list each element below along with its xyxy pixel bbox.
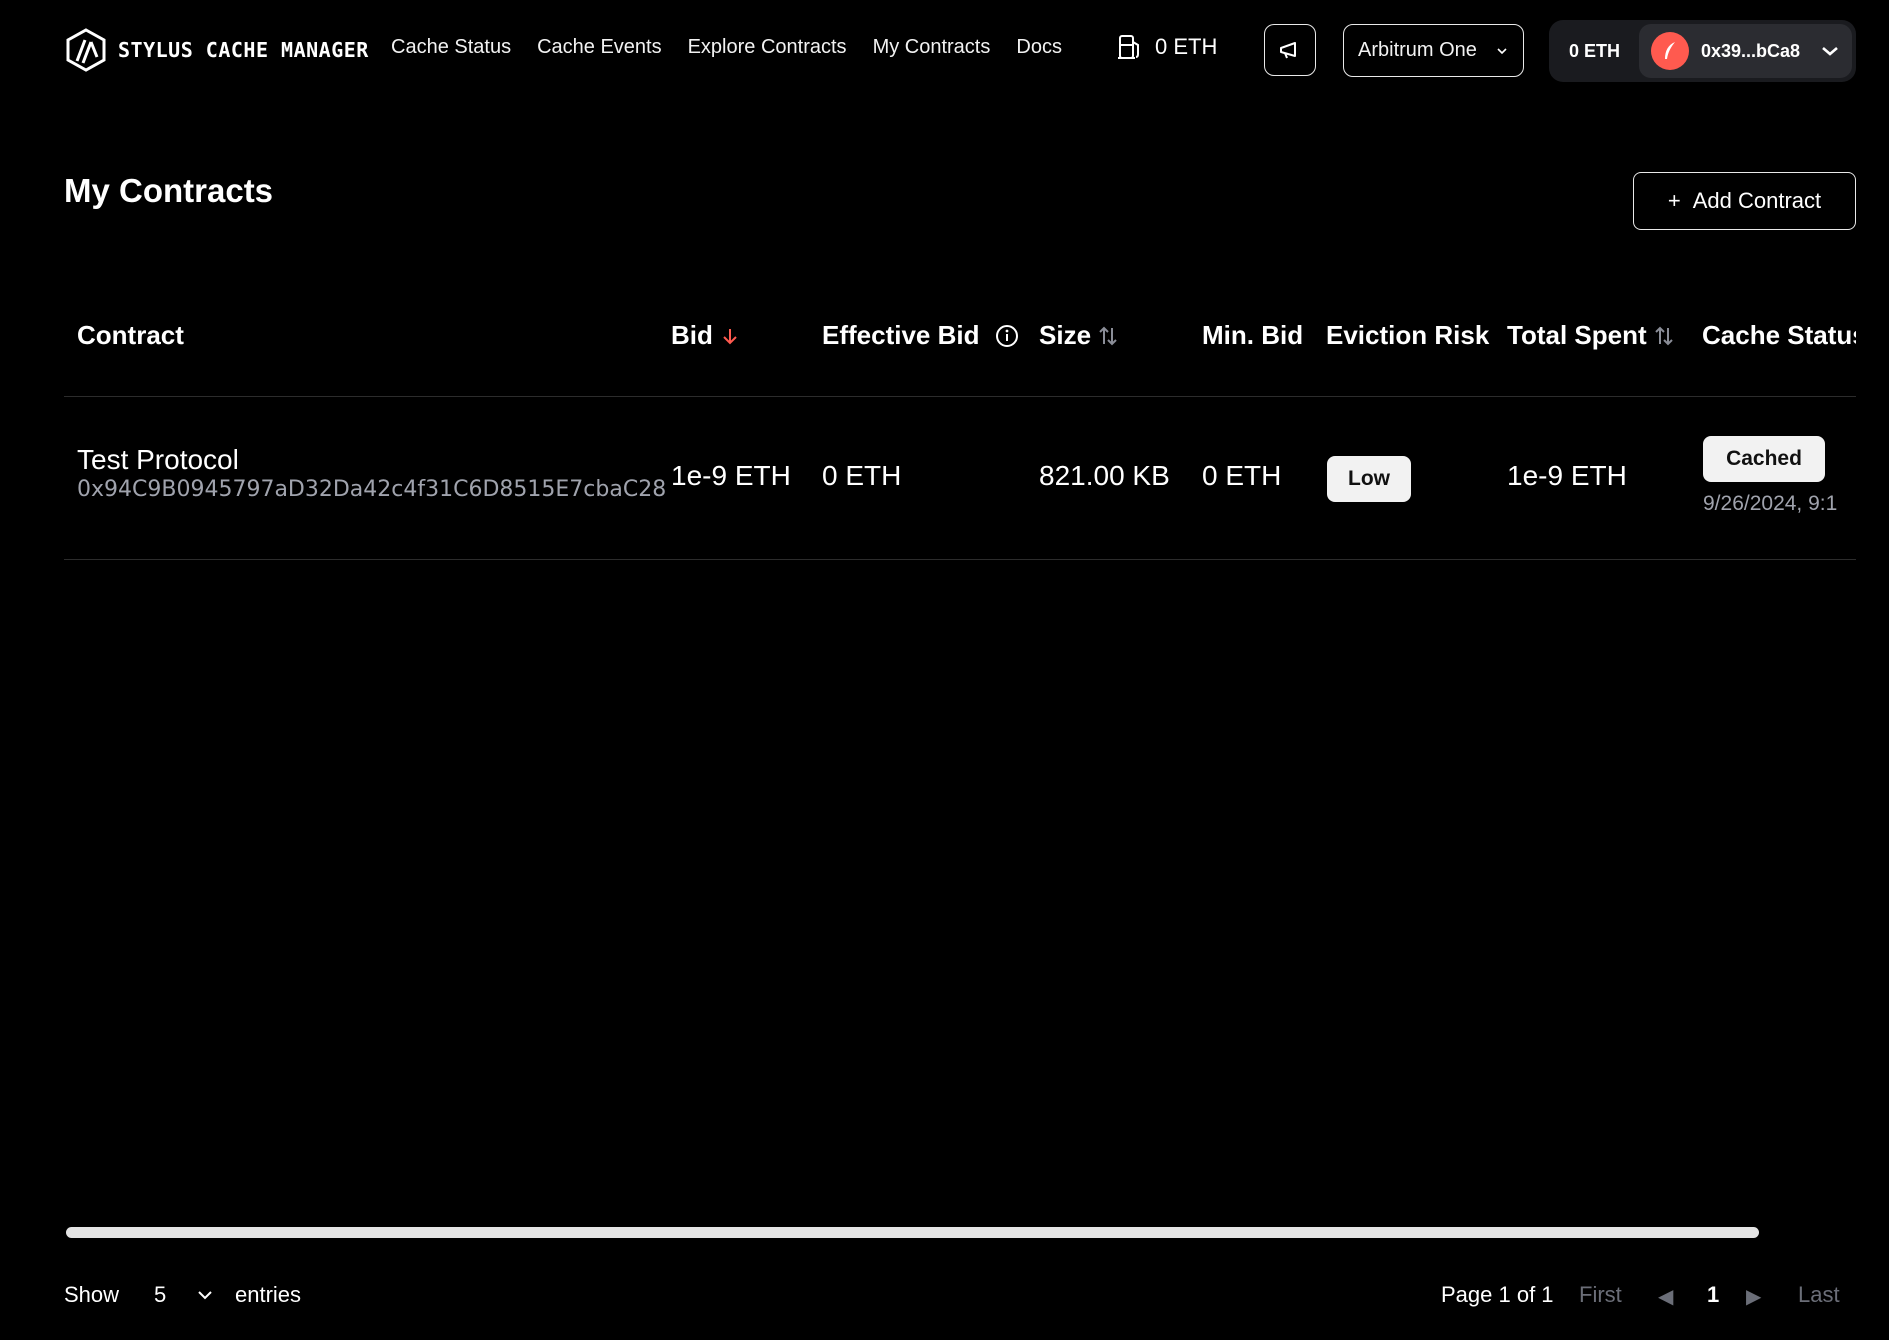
column-header-bid[interactable]: Bid xyxy=(671,320,741,351)
show-label: Show xyxy=(64,1282,120,1307)
contracts-table: Contract Bid Effective Bid Size Min. Bid… xyxy=(64,290,1856,560)
info-icon[interactable] xyxy=(994,323,1020,349)
add-contract-button[interactable]: + Add Contract xyxy=(1633,172,1856,230)
column-header-size[interactable]: Size xyxy=(1039,320,1119,351)
nav-link-my-contracts[interactable]: My Contracts xyxy=(873,36,991,59)
entries-label: entries xyxy=(235,1282,302,1307)
sort-arrow-down-icon xyxy=(723,328,737,344)
page-size-select[interactable]: 5 xyxy=(150,1275,220,1315)
network-selected-label: Arbitrum One xyxy=(1358,39,1477,61)
column-header-label: Contract xyxy=(77,320,184,350)
column-header-label: Cache Status xyxy=(1702,320,1856,350)
main-nav: Cache Status Cache Events Explore Contra… xyxy=(391,36,1062,59)
sort-arrows-icon xyxy=(1099,326,1117,345)
column-header-cache-status[interactable]: Cache Status xyxy=(1702,320,1856,351)
wallet-widget: 0 ETH 0x39...bCa8 xyxy=(1549,20,1856,82)
header-divider xyxy=(64,396,1856,397)
row-divider xyxy=(64,559,1856,560)
column-header-label: Min. Bid xyxy=(1202,320,1304,350)
gas-value: 0 ETH xyxy=(1155,34,1218,59)
size-cell: 821.00 KB xyxy=(1039,460,1170,491)
feather-icon xyxy=(1665,42,1675,59)
page-size-value: 5 xyxy=(154,1282,167,1307)
eviction-risk-badge: Low xyxy=(1327,456,1411,502)
app-root: STYLUS CACHE MANAGER Cache Status Cache … xyxy=(0,0,1889,1340)
arbitrum-logo-icon xyxy=(66,28,106,72)
app-name: STYLUS CACHE MANAGER xyxy=(118,38,369,62)
nav-link-cache-events[interactable]: Cache Events xyxy=(537,36,662,59)
chevron-down-icon xyxy=(198,1291,212,1300)
chevron-down-icon xyxy=(1822,47,1838,56)
column-header-contract[interactable]: Contract xyxy=(77,320,184,351)
first-page-button[interactable]: First xyxy=(1579,1282,1622,1308)
nav-link-docs[interactable]: Docs xyxy=(1016,36,1062,59)
column-header-min-bid[interactable]: Min. Bid xyxy=(1202,320,1303,351)
cache-status-badge: Cached xyxy=(1703,436,1825,482)
column-header-label: Size xyxy=(1039,320,1092,350)
nav-link-cache-status[interactable]: Cache Status xyxy=(391,36,511,59)
total-spent-cell: 1e-9 ETH xyxy=(1507,460,1627,491)
column-header-label: Effective Bid xyxy=(822,320,980,350)
contract-cell: Test Protocol 0x94C9B0945797aD32Da42c4f3… xyxy=(77,443,666,503)
column-header-eviction-risk[interactable]: Eviction Risk xyxy=(1326,320,1489,351)
wallet-address: 0x39...bCa8 xyxy=(1701,40,1801,61)
page-number-button[interactable]: 1 xyxy=(1707,1282,1719,1308)
horizontal-scrollbar[interactable] xyxy=(66,1227,1759,1238)
page-info: Page 1 of 1 xyxy=(1441,1282,1554,1307)
column-header-total-spent[interactable]: Total Spent xyxy=(1507,320,1675,351)
previous-page-button[interactable]: ◀ xyxy=(1658,1284,1673,1309)
add-contract-label: Add Contract xyxy=(1692,188,1822,213)
gas-pump-icon xyxy=(1118,35,1139,59)
avatar xyxy=(1651,32,1689,70)
top-navigation-bar: STYLUS CACHE MANAGER Cache Status Cache … xyxy=(0,0,1889,100)
page-title: My Contracts xyxy=(64,172,274,209)
nav-link-explore-contracts[interactable]: Explore Contracts xyxy=(688,36,847,59)
chevron-down-icon xyxy=(1497,48,1507,55)
contract-address[interactable]: 0x94C9B0945797aD32Da42c4f31C6D8515E7cbaC… xyxy=(77,477,666,503)
bid-cell: 1e-9 ETH xyxy=(671,460,791,491)
column-header-label: Total Spent xyxy=(1507,320,1647,350)
megaphone-icon xyxy=(1280,42,1296,59)
wallet-account-button[interactable]: 0x39...bCa8 xyxy=(1639,24,1852,78)
announcements-button[interactable] xyxy=(1264,24,1316,76)
cache-status-date: 9/26/2024, 9:1 xyxy=(1703,492,1838,515)
column-header-label: Bid xyxy=(671,320,713,350)
column-header-label: Eviction Risk xyxy=(1326,320,1490,350)
effective-bid-cell: 0 ETH xyxy=(822,460,902,491)
next-page-button[interactable]: ▶ xyxy=(1746,1284,1761,1309)
network-select[interactable]: Arbitrum One xyxy=(1343,24,1524,77)
gas-price-indicator: 0 ETH xyxy=(1117,33,1217,61)
contract-name[interactable]: Test Protocol xyxy=(77,443,666,477)
wallet-balance[interactable]: 0 ETH xyxy=(1569,41,1641,62)
plus-icon: + xyxy=(1667,188,1681,213)
sort-arrows-icon xyxy=(1654,326,1673,345)
column-header-effective-bid[interactable]: Effective Bid xyxy=(822,320,1020,351)
app-logo[interactable]: STYLUS CACHE MANAGER xyxy=(64,27,369,73)
last-page-button[interactable]: Last xyxy=(1798,1282,1840,1308)
min-bid-cell: 0 ETH xyxy=(1202,460,1282,491)
table-footer: Show 5 entries Page 1 of 1 First ◀ 1 ▶ L… xyxy=(0,1275,1889,1315)
